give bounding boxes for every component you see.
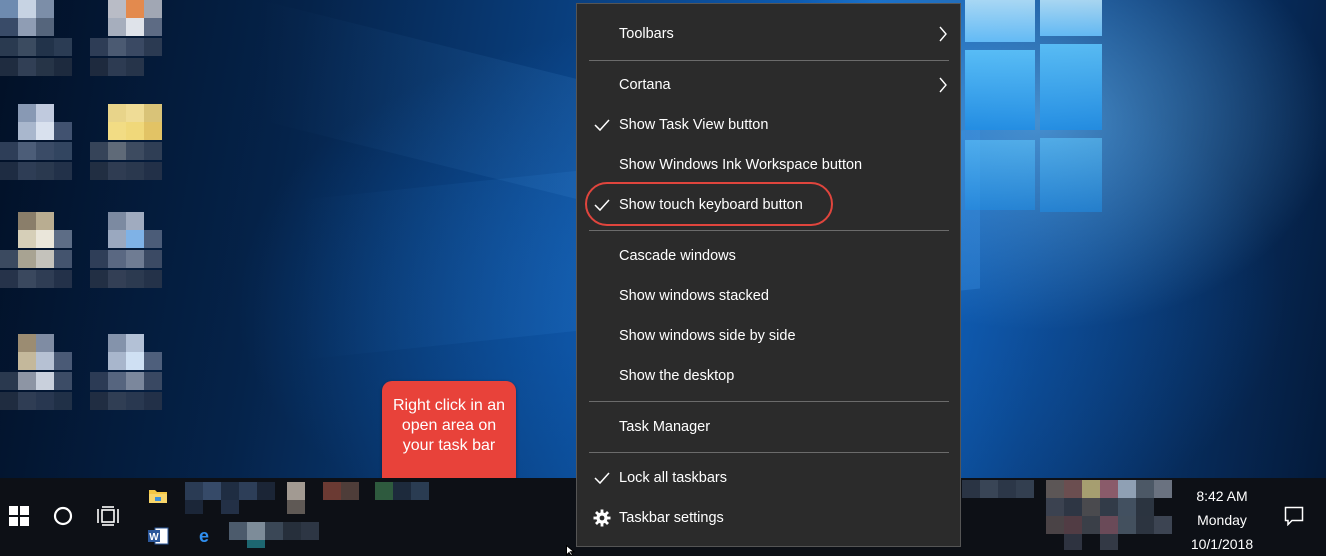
clock-time: 8:42 AM xyxy=(1196,488,1248,504)
menu-item-show-windows-side-by-side[interactable]: Show windows side by side xyxy=(577,319,960,355)
menu-item-label: Show Task View button xyxy=(619,117,769,133)
folder-icon xyxy=(149,490,167,503)
menu-item-lock-taskbars[interactable]: Lock all taskbars xyxy=(577,461,960,497)
menu-separator xyxy=(589,401,949,402)
menu-item-label: Cascade windows xyxy=(619,248,736,264)
menu-separator xyxy=(589,60,949,61)
file-explorer-button[interactable] xyxy=(144,482,172,510)
desktop-icon[interactable] xyxy=(90,334,162,430)
gear-icon xyxy=(593,509,611,527)
taskbar-context-menu: Toolbars Cortana Show Task View button S… xyxy=(576,3,961,547)
wallpaper-pane xyxy=(965,140,1035,210)
menu-item-show-task-view[interactable]: Show Task View button xyxy=(577,108,960,144)
wallpaper-pane xyxy=(1040,138,1102,212)
cortana-button[interactable] xyxy=(44,494,82,538)
desktop-icon[interactable] xyxy=(90,0,162,96)
desktop-icon[interactable] xyxy=(0,0,72,96)
cortana-circle-icon xyxy=(53,506,73,526)
desktop-icon[interactable] xyxy=(0,104,72,200)
menu-item-label: Toolbars xyxy=(619,26,674,42)
menu-separator xyxy=(589,452,949,453)
menu-separator xyxy=(589,230,949,231)
menu-item-taskbar-settings[interactable]: Taskbar settings xyxy=(577,501,960,537)
wallpaper-pane xyxy=(965,0,1035,42)
task-view-icon xyxy=(97,506,119,526)
menu-item-show-ink-workspace[interactable]: Show Windows Ink Workspace button xyxy=(577,148,960,184)
menu-item-label: Taskbar settings xyxy=(619,510,724,526)
menu-item-cascade-windows[interactable]: Cascade windows xyxy=(577,239,960,275)
desktop-icon[interactable] xyxy=(0,212,72,308)
windows-logo-icon xyxy=(9,506,29,526)
clock[interactable]: 8:42 AM Monday 10/1/2018 xyxy=(1168,484,1276,556)
wallpaper-pane xyxy=(965,50,1035,130)
menu-item-task-manager[interactable]: Task Manager xyxy=(577,410,960,446)
menu-item-label: Task Manager xyxy=(619,419,711,435)
callout-text: Right click in an open area on your task… xyxy=(392,397,506,454)
menu-item-label: Cortana xyxy=(619,77,671,93)
menu-item-label: Show Windows Ink Workspace button xyxy=(619,157,863,173)
menu-item-label: Lock all taskbars xyxy=(619,470,727,486)
chevron-right-icon xyxy=(939,26,947,42)
menu-item-toolbars[interactable]: Toolbars xyxy=(577,17,960,53)
svg-text:W: W xyxy=(149,532,159,543)
wallpaper-pane xyxy=(1040,0,1102,36)
taskbar-running-apps[interactable] xyxy=(185,482,565,548)
menu-item-cortana[interactable]: Cortana xyxy=(577,68,960,104)
menu-item-show-windows-stacked[interactable]: Show windows stacked xyxy=(577,279,960,315)
menu-item-show-desktop[interactable]: Show the desktop xyxy=(577,359,960,395)
menu-item-label: Show windows side by side xyxy=(619,328,796,344)
chevron-right-icon xyxy=(939,77,947,93)
checkmark-icon xyxy=(594,119,610,132)
checkmark-icon xyxy=(594,472,610,485)
desktop-icon[interactable] xyxy=(0,334,72,430)
wallpaper-pane xyxy=(1040,44,1102,130)
desktop-icon[interactable] xyxy=(90,212,162,308)
notification-icon xyxy=(1284,506,1304,526)
taskbar-right-apps[interactable] xyxy=(962,480,1038,510)
word-button[interactable]: W xyxy=(144,522,172,550)
word-icon: W xyxy=(148,527,169,545)
mouse-cursor-icon xyxy=(566,545,576,556)
callout: Right click in an open area on your task… xyxy=(382,381,516,493)
task-view-button[interactable] xyxy=(88,494,128,538)
highlight-ring xyxy=(585,182,833,226)
action-center-button[interactable] xyxy=(1274,496,1314,536)
menu-item-label: Show the desktop xyxy=(619,368,735,384)
clock-date: 10/1/2018 xyxy=(1190,536,1254,552)
system-tray-icons[interactable] xyxy=(1046,480,1172,552)
clock-day: Monday xyxy=(1197,512,1247,528)
desktop-icon[interactable] xyxy=(90,104,162,200)
start-button[interactable] xyxy=(0,494,38,538)
menu-item-label: Show windows stacked xyxy=(619,288,769,304)
